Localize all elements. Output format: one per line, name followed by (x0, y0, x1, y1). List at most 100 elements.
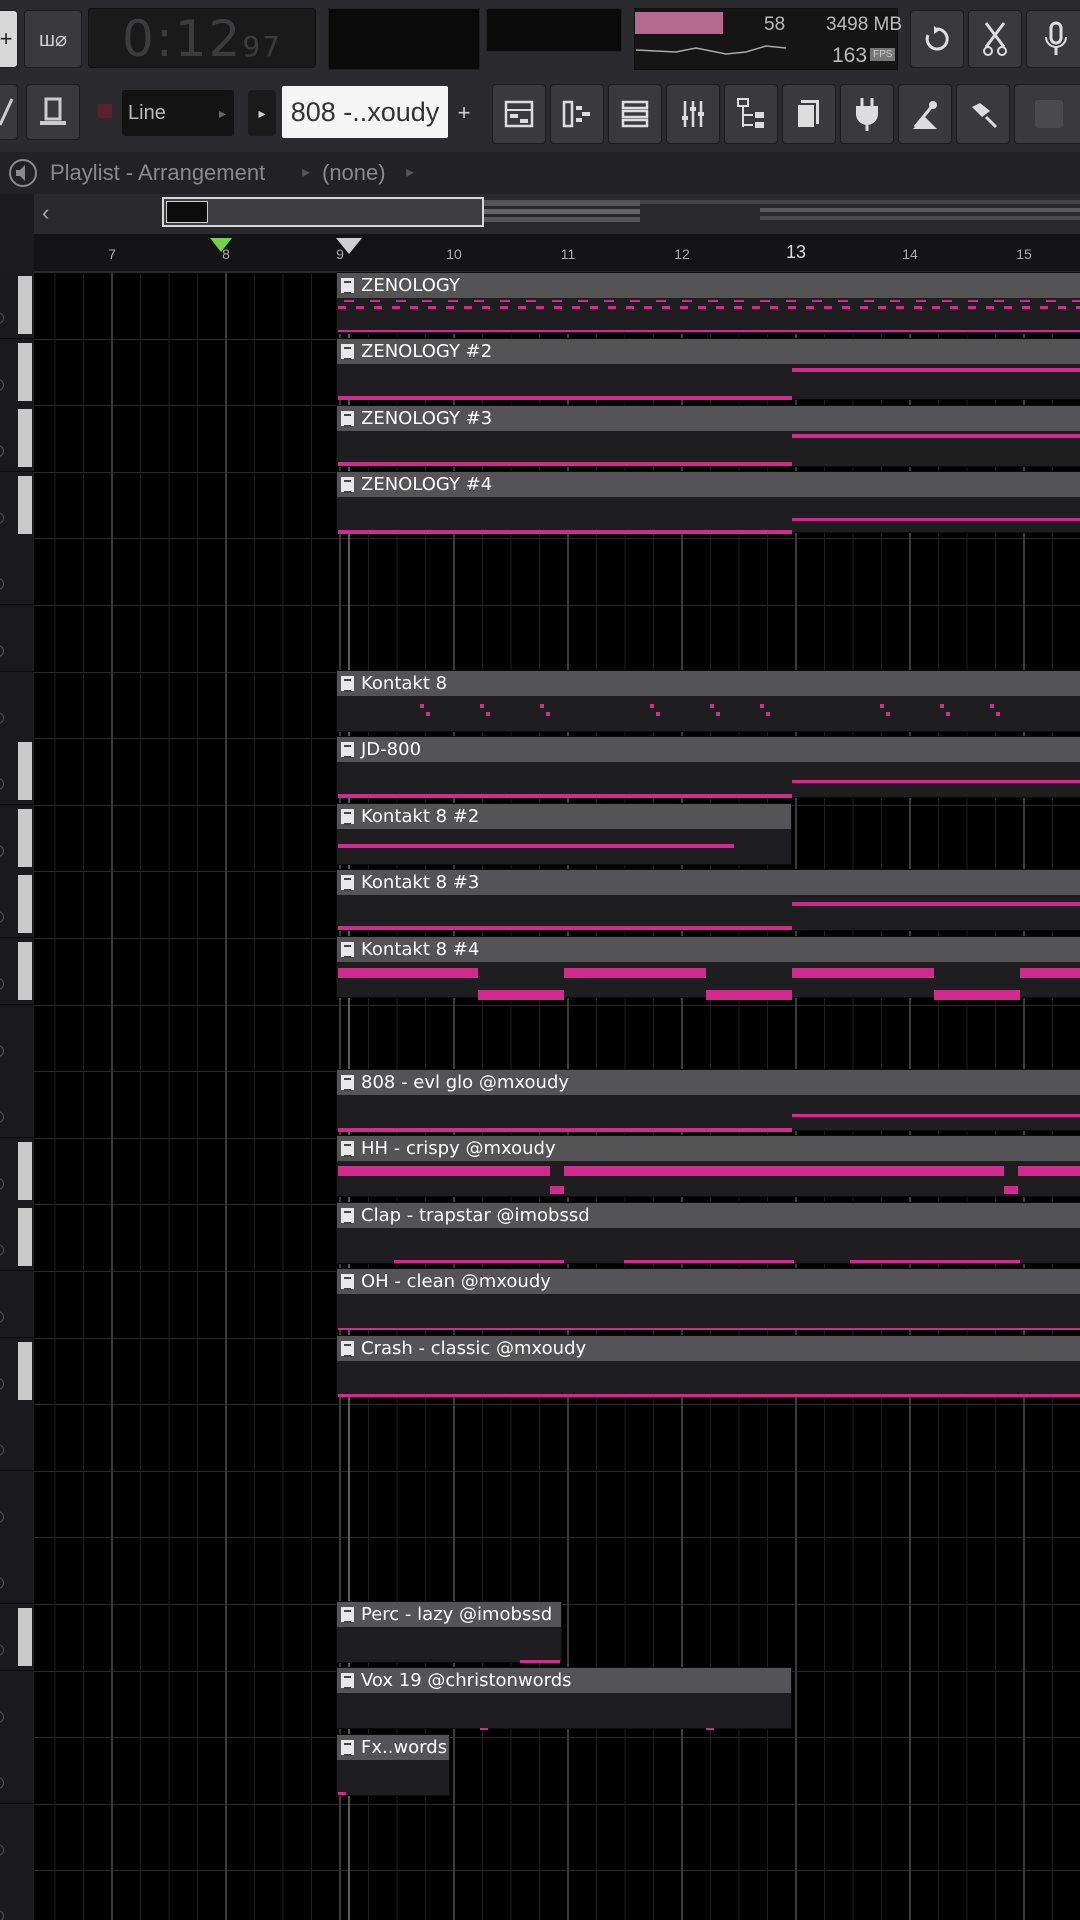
track-header[interactable] (0, 1537, 34, 1604)
track-mute-led[interactable] (0, 1244, 4, 1256)
playlist-view-button[interactable] (492, 84, 546, 144)
loop-start-marker[interactable] (210, 238, 232, 254)
track-header[interactable] (0, 1204, 34, 1271)
track-header[interactable] (0, 871, 34, 938)
track-mute-led[interactable] (0, 1378, 4, 1390)
track-header[interactable] (0, 538, 34, 605)
track-mute-led[interactable] (0, 1910, 4, 1920)
track-header[interactable] (0, 1671, 34, 1738)
track-mute-led[interactable] (0, 978, 4, 990)
track-header[interactable] (0, 405, 34, 472)
track-header[interactable] (0, 938, 34, 1005)
tempo-tapper-button[interactable] (898, 84, 952, 144)
track-color-swatch (18, 343, 32, 401)
track-mute-led[interactable] (0, 1311, 4, 1323)
track-mute-led[interactable] (0, 1045, 4, 1057)
track-mute-led[interactable] (0, 1178, 4, 1190)
clip-zenology[interactable]: ZENOLOGY (336, 272, 1080, 334)
track-header[interactable] (0, 1138, 34, 1205)
speaker-icon[interactable] (8, 158, 38, 188)
track-mute-led[interactable] (0, 1577, 4, 1589)
track-mute-led[interactable] (0, 778, 4, 790)
clip-kontakt-8-3[interactable]: Kontakt 8 #3 (336, 869, 1080, 931)
piano-roll-button[interactable] (550, 84, 604, 144)
record-audio-button[interactable] (1026, 10, 1080, 68)
channel-settings-button[interactable] (782, 84, 836, 144)
chevron-left-icon[interactable]: ‹ (42, 200, 49, 226)
clip-oh[interactable]: OH - clean @mxoudy (336, 1268, 1080, 1330)
track-mute-led[interactable] (0, 512, 4, 524)
clip-vox[interactable]: Vox 19 @christonwords (336, 1667, 792, 1729)
extra-button[interactable] (1014, 84, 1080, 144)
track-mute-led[interactable] (0, 1644, 4, 1656)
clip-zenology-3[interactable]: ZENOLOGY #3 (336, 405, 1080, 467)
clip-808[interactable]: 808 - evl glo @mxoudy (336, 1069, 1080, 1131)
track-header[interactable] (0, 1804, 34, 1871)
timeline-ruler[interactable]: 7 8 9 10 11 12 13 14 15 (0, 234, 1080, 272)
snap-select[interactable]: Line ▸ (122, 90, 234, 136)
add-icon[interactable]: + (0, 10, 18, 68)
track-mute-led[interactable] (0, 578, 4, 590)
playlist-overview-scrollbar[interactable]: ‹ (0, 194, 1080, 234)
plugin-database-button[interactable] (840, 84, 894, 144)
track-header[interactable] (0, 472, 34, 539)
overview-scroll-thumb[interactable] (162, 197, 484, 227)
playlist-title[interactable]: Playlist - Arrangement (50, 152, 265, 194)
plugin-picker-button[interactable] (956, 84, 1010, 144)
track-mute-led[interactable] (0, 845, 4, 857)
track-mute-led[interactable] (0, 1511, 4, 1523)
track-header[interactable] (0, 738, 34, 805)
clip-hh[interactable]: HH - crispy @mxoudy (336, 1135, 1080, 1197)
track-header[interactable] (0, 672, 34, 739)
track-header[interactable] (0, 272, 34, 339)
pattern-prev-button[interactable]: ▸ (248, 90, 276, 136)
track-header[interactable] (0, 339, 34, 406)
clip-kontakt-8[interactable]: Kontakt 8 (336, 670, 1080, 732)
track-mute-led[interactable] (0, 645, 4, 657)
browser-button[interactable] (724, 84, 778, 144)
track-mute-led[interactable] (0, 1777, 4, 1789)
track-header[interactable] (0, 1071, 34, 1138)
clip-jd-800[interactable]: JD-800 (336, 736, 1080, 798)
cut-tools-button[interactable] (968, 10, 1022, 68)
clip-crash[interactable]: Crash - classic @mxoudy (336, 1335, 1080, 1397)
playhead-marker[interactable] (336, 238, 362, 256)
track-header[interactable] (0, 805, 34, 872)
track-mute-led[interactable] (0, 445, 4, 457)
add-pattern-button[interactable]: + (450, 90, 478, 136)
plug-angled-icon (972, 103, 998, 129)
typing-keyboard-button[interactable]: ш⌀ (24, 10, 82, 68)
track-header[interactable] (0, 1604, 34, 1671)
clip-perc[interactable]: Perc - lazy @imobssd (336, 1601, 562, 1663)
track-mute-led[interactable] (0, 1844, 4, 1856)
draw-tool-button[interactable] (0, 84, 18, 140)
undo-history-button[interactable] (910, 10, 964, 68)
track-header[interactable] (0, 1870, 34, 1920)
mixer-button[interactable] (666, 84, 720, 144)
hat-button[interactable] (26, 84, 80, 140)
pattern-selector[interactable]: 808 -..xoudy (282, 86, 448, 138)
track-mute-led[interactable] (0, 911, 4, 923)
clip-kontakt-8-2[interactable]: Kontakt 8 #2 (336, 803, 792, 865)
track-header[interactable] (0, 1737, 34, 1804)
channel-rack-button[interactable] (608, 84, 662, 144)
clip-fx[interactable]: Fx..words (336, 1734, 450, 1796)
clip-zenology-2[interactable]: ZENOLOGY #2 (336, 338, 1080, 400)
track-mute-led[interactable] (0, 1111, 4, 1123)
track-header[interactable] (0, 1338, 34, 1405)
track-mute-led[interactable] (0, 379, 4, 391)
track-header[interactable] (0, 1471, 34, 1538)
clip-clap[interactable]: Clap - trapstar @imobssd (336, 1202, 1080, 1264)
song-time-display[interactable]: 0:1297 (88, 8, 316, 68)
track-mute-led[interactable] (0, 1711, 4, 1723)
track-mute-led[interactable] (0, 312, 4, 324)
track-mute-led[interactable] (0, 712, 4, 724)
clip-zenology-4[interactable]: ZENOLOGY #4 (336, 471, 1080, 533)
track-header[interactable] (0, 605, 34, 672)
track-header[interactable] (0, 1271, 34, 1338)
track-header[interactable] (0, 1005, 34, 1072)
clip-selection-label[interactable]: (none) (322, 152, 386, 194)
track-header[interactable] (0, 1404, 34, 1471)
clip-kontakt-8-4[interactable]: Kontakt 8 #4 (336, 936, 1080, 998)
track-mute-led[interactable] (0, 1444, 4, 1456)
